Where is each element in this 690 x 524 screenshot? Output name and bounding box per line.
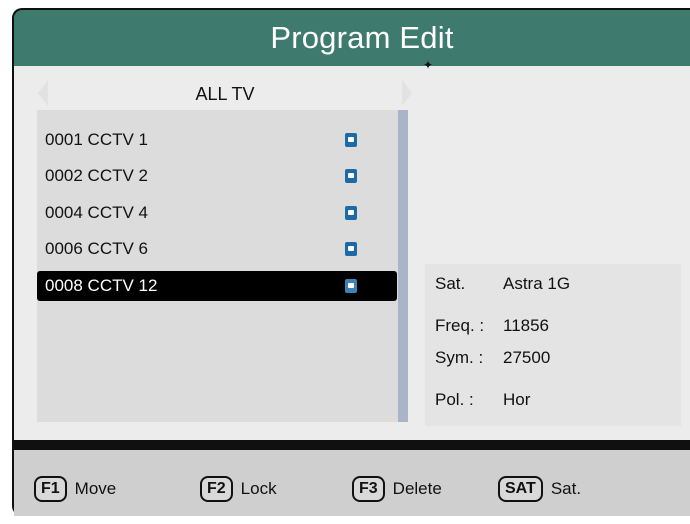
page-title: Program Edit	[270, 20, 454, 55]
f1-key-icon: F1	[34, 476, 67, 502]
channel-name: 0008 CCTV 12	[45, 276, 158, 295]
channel-list-scrollbar[interactable]	[398, 110, 408, 422]
sat-row: Sat. Astra 1G	[435, 274, 675, 294]
channel-name: 0006 CCTV 6	[45, 239, 148, 258]
pol-row: Pol. : Hor	[435, 390, 675, 410]
pol-value: Hor	[503, 390, 531, 409]
channel-name: 0002 CCTV 2	[45, 166, 148, 185]
hint-label: Move	[74, 479, 117, 498]
cursor-marker-icon: ✦	[423, 58, 434, 72]
lock-icon	[345, 169, 357, 183]
sym-row: Sym. : 27500	[435, 348, 675, 368]
group-selector[interactable]: ALL TV	[38, 80, 412, 106]
channel-row[interactable]: 0002 CCTV 2	[37, 161, 397, 191]
f3-key-icon: F3	[352, 476, 385, 502]
freq-value: 11856	[503, 316, 550, 335]
arrow-right-icon[interactable]	[402, 80, 412, 106]
hint-label: Sat.	[550, 479, 582, 498]
hint-label: Delete	[392, 479, 442, 498]
f2-key-icon: F2	[200, 476, 233, 502]
hint-delete[interactable]: F3 Delete	[352, 476, 442, 502]
hint-sat[interactable]: SAT Sat.	[498, 476, 581, 502]
channel-row-selected[interactable]: 0008 CCTV 12	[37, 271, 397, 301]
sym-value: 27500	[503, 348, 551, 367]
lock-icon	[345, 133, 357, 147]
channel-list: 0001 CCTV 1 0002 CCTV 2 0004 CCTV 4 0006…	[37, 110, 401, 422]
hint-lock[interactable]: F2 Lock	[200, 476, 277, 502]
sat-key-icon: SAT	[498, 476, 543, 502]
channel-row[interactable]: 0006 CCTV 6	[37, 234, 397, 264]
lock-icon	[345, 279, 357, 293]
channel-name: 0004 CCTV 4	[45, 203, 148, 222]
sat-value: Astra 1G	[503, 274, 571, 293]
pol-label: Pol. :	[435, 390, 474, 409]
key-hint-bar: F1 Move F2 Lock F3 Delete SAT Sat.	[14, 450, 690, 516]
hint-move[interactable]: F1 Move	[34, 476, 116, 502]
program-edit-screen: Program Edit ✦ ALL TV 0001 CCTV 1 0002 C…	[0, 0, 690, 524]
lock-icon	[345, 206, 357, 220]
sat-label: Sat.	[435, 274, 466, 293]
title-bar: Program Edit	[14, 10, 690, 66]
channel-info-panel: Sat. Astra 1G Freq. : 11856 Sym. : 27500…	[425, 264, 681, 426]
arrow-left-icon[interactable]	[38, 80, 48, 106]
sym-label: Sym. :	[435, 348, 484, 367]
hint-label: Lock	[240, 479, 277, 498]
freq-label: Freq. :	[435, 316, 485, 335]
lock-icon	[345, 242, 357, 256]
channel-name: 0001 CCTV 1	[45, 130, 148, 149]
channel-row[interactable]: 0004 CCTV 4	[37, 198, 397, 228]
group-label: ALL TV	[195, 83, 255, 104]
channel-row[interactable]: 0001 CCTV 1	[37, 125, 397, 155]
freq-row: Freq. : 11856	[435, 316, 675, 336]
